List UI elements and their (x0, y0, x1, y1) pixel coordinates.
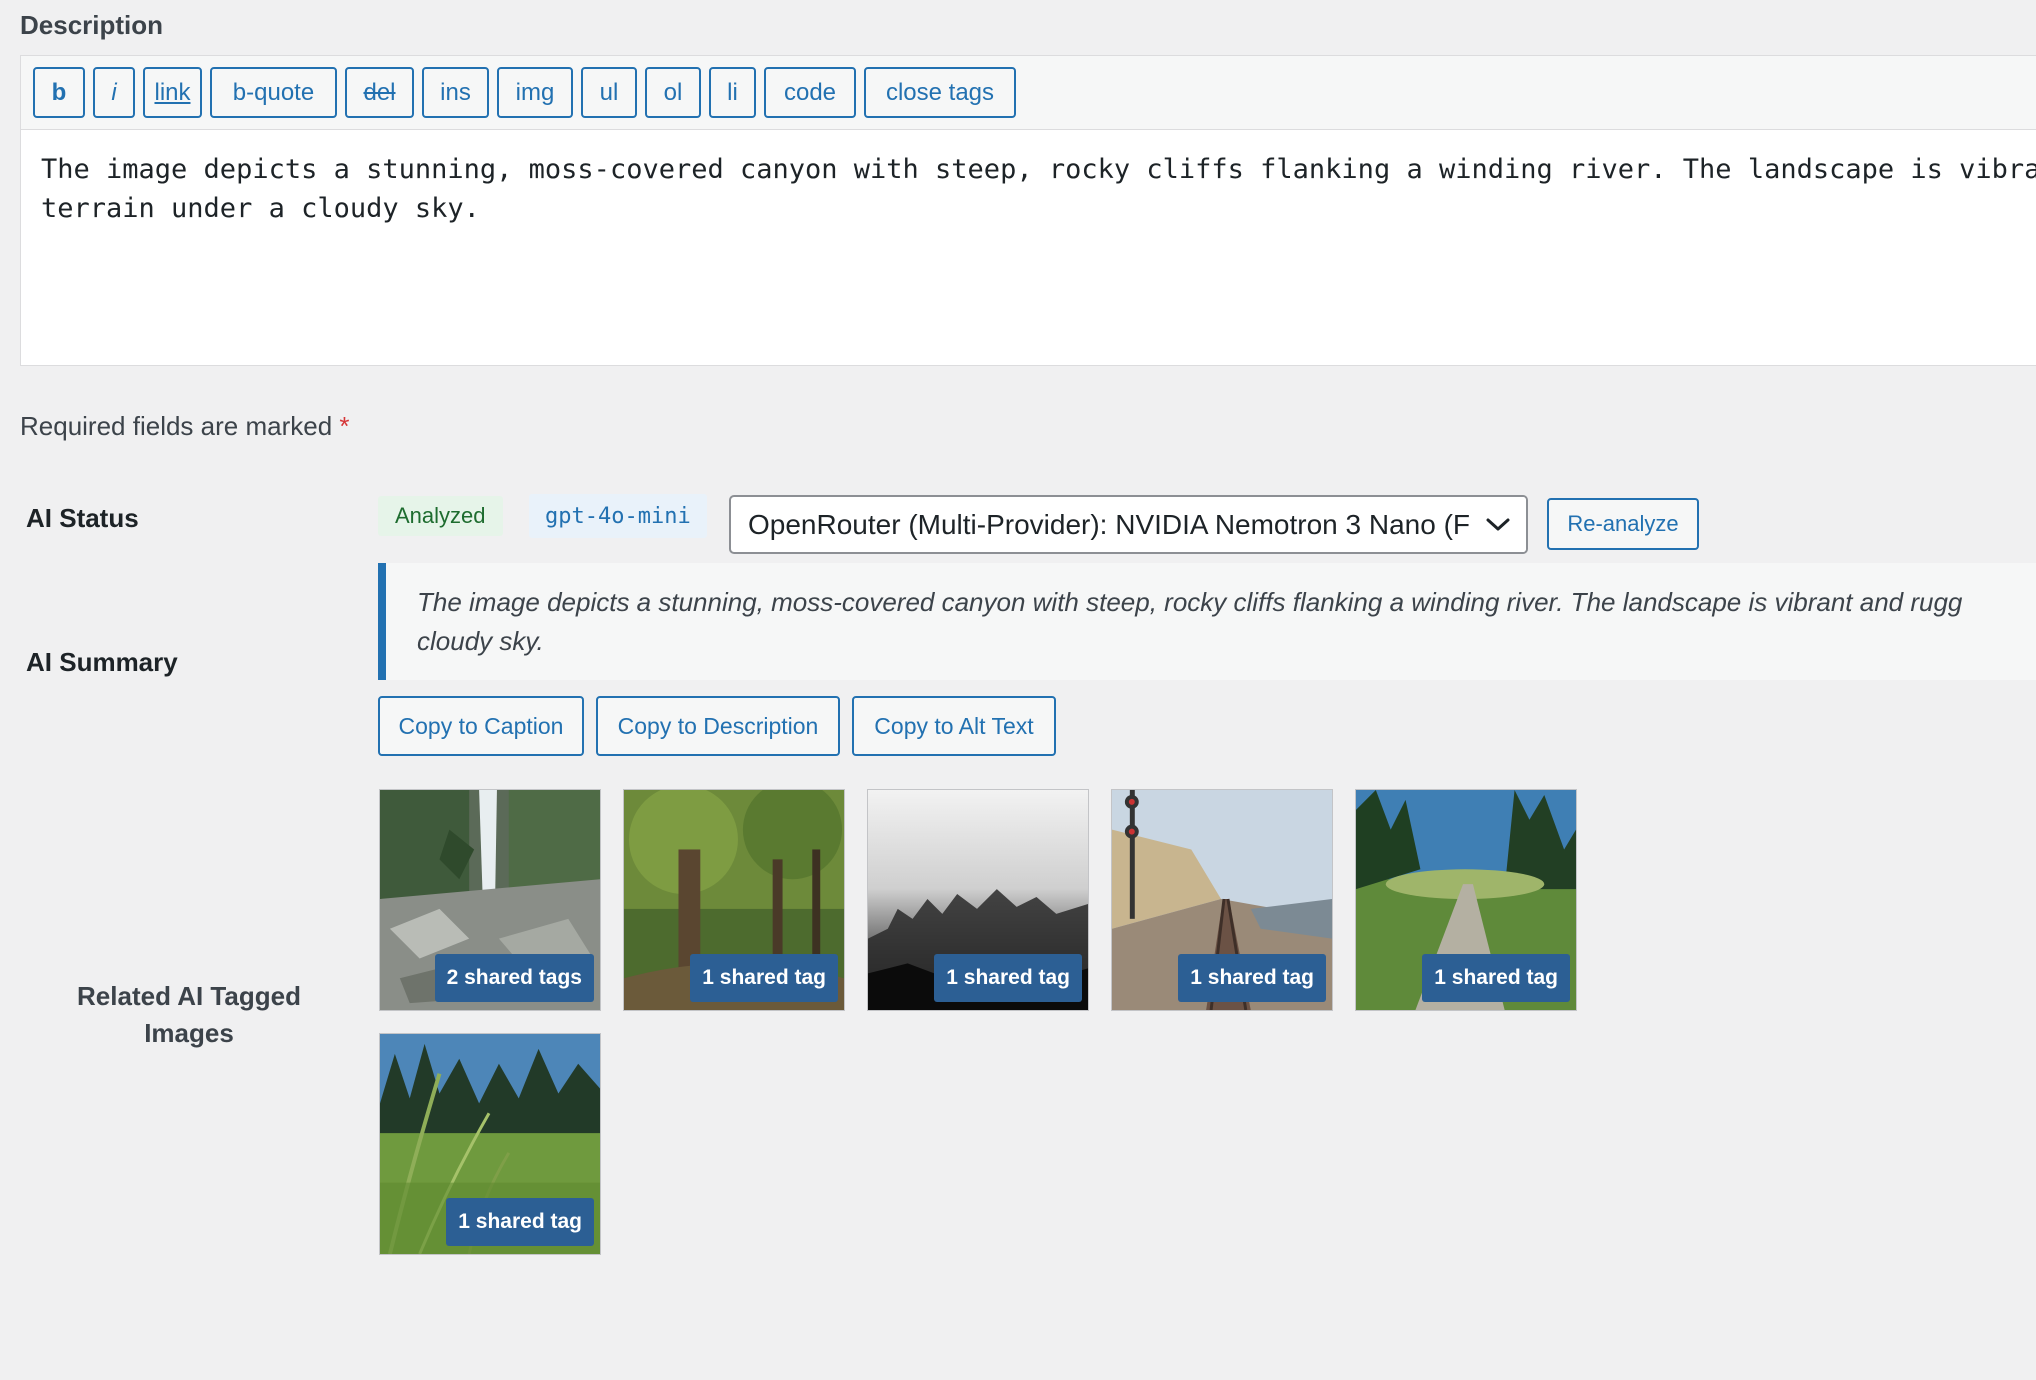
reanalyze-button[interactable]: Re-analyze (1547, 498, 1699, 550)
related-images-label: Related AI Tagged Images (60, 978, 318, 1052)
copy-to-caption-button[interactable]: Copy to Caption (378, 696, 584, 756)
ai-summary-box: The image depicts a stunning, moss-cover… (378, 563, 2036, 680)
model-badge: gpt-4o-mini (529, 494, 707, 538)
quicktag-del-button[interactable]: del (345, 67, 414, 118)
related-image-thumb[interactable]: 2 shared tags (379, 789, 601, 1011)
copy-to-alt-text-button[interactable]: Copy to Alt Text (852, 696, 1056, 756)
quicktag-ol-button[interactable]: ol (645, 67, 701, 118)
quicktag-ins-button[interactable]: ins (422, 67, 489, 118)
shared-tags-badge: 2 shared tags (434, 954, 594, 1002)
shared-tags-badge: 1 shared tag (934, 954, 1082, 1002)
description-label: Description (20, 10, 164, 40)
quicktags-toolbar: b i link b-quote del ins img ul ol li co… (21, 56, 2036, 130)
quicktag-link-button[interactable]: link (143, 67, 202, 118)
description-text-line-1: The image depicts a stunning, moss-cover… (41, 154, 2036, 185)
shared-tags-badge: 1 shared tag (446, 1198, 594, 1246)
related-image-thumb[interactable]: 1 shared tag (1111, 789, 1333, 1011)
description-textarea[interactable]: The image depicts a stunning, moss-cover… (21, 130, 2036, 248)
status-badge: Analyzed (378, 496, 503, 536)
description-text-line-2: terrain under a cloudy sky. (41, 193, 480, 224)
shared-tags-badge: 1 shared tag (690, 954, 838, 1002)
copy-to-description-button[interactable]: Copy to Description (596, 696, 840, 756)
ai-status-label: AI Status (26, 503, 139, 533)
related-image-thumb[interactable]: 1 shared tag (867, 789, 1089, 1011)
quicktag-close-tags-button[interactable]: close tags (864, 67, 1016, 118)
quicktag-bquote-button[interactable]: b-quote (210, 67, 337, 118)
ai-summary-label: AI Summary (26, 647, 178, 677)
related-image-thumb[interactable]: 1 shared tag (1355, 789, 1577, 1011)
ai-summary-line-1: The image depicts a stunning, moss-cover… (417, 587, 1963, 617)
quicktag-italic-button[interactable]: i (93, 67, 135, 118)
quicktag-img-button[interactable]: img (497, 67, 573, 118)
required-fields-text: Required fields are marked (20, 411, 333, 441)
related-images-label-line-1: Related AI Tagged (77, 981, 301, 1011)
related-image-thumb[interactable]: 1 shared tag (379, 1033, 601, 1255)
provider-select[interactable]: OpenRouter (Multi-Provider): NVIDIA Nemo… (729, 495, 1528, 554)
quicktag-bold-button[interactable]: b (33, 67, 85, 118)
related-image-thumb[interactable]: 1 shared tag (623, 789, 845, 1011)
shared-tags-badge: 1 shared tag (1422, 954, 1570, 1002)
quicktag-code-button[interactable]: code (764, 67, 856, 118)
description-editor: b i link b-quote del ins img ul ol li co… (20, 55, 2036, 366)
chevron-down-icon (1470, 497, 1526, 552)
shared-tags-badge: 1 shared tag (1178, 954, 1326, 1002)
required-fields-note: Required fields are marked * (20, 411, 350, 442)
required-star: * (339, 411, 350, 441)
ai-summary-line-2: cloudy sky. (417, 626, 544, 656)
provider-select-value: OpenRouter (Multi-Provider): NVIDIA Nemo… (748, 508, 1470, 540)
related-images-label-line-2: Images (144, 1018, 234, 1048)
quicktag-li-button[interactable]: li (709, 67, 756, 118)
quicktag-ul-button[interactable]: ul (581, 67, 637, 118)
